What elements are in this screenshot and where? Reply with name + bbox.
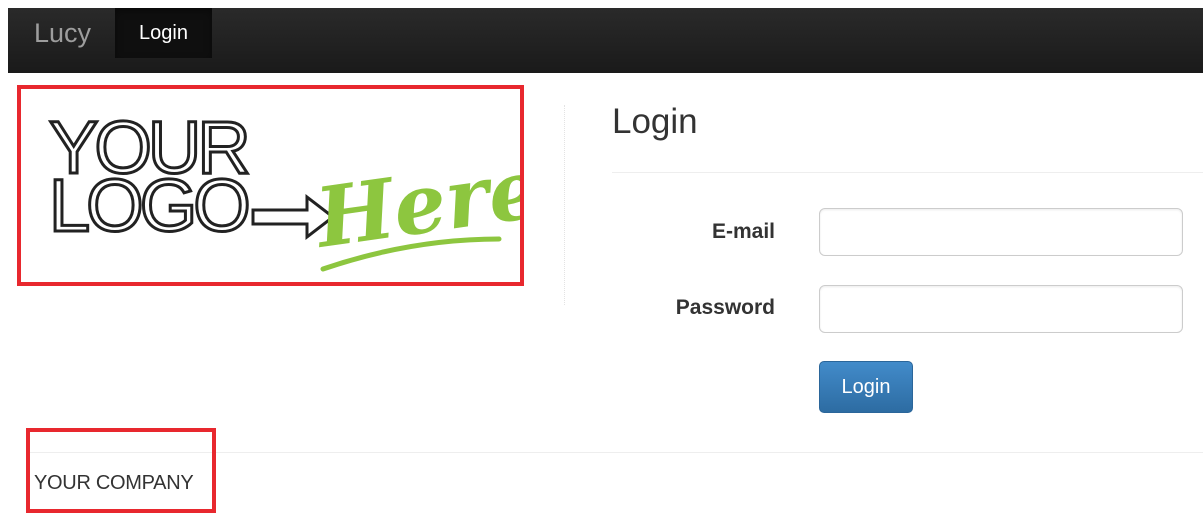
column-divider <box>564 105 565 305</box>
company-logo: YOUR LOGO Here <box>17 85 524 286</box>
login-heading: Login <box>612 102 698 141</box>
login-button[interactable]: Login <box>819 361 913 413</box>
password-label: Password <box>675 296 775 319</box>
top-navbar: Lucy Login <box>8 8 1203 73</box>
password-field[interactable] <box>819 285 1183 333</box>
company-name: YOUR COMPANY <box>34 472 194 494</box>
email-field[interactable] <box>819 208 1183 256</box>
page: Lucy Login YOUR LOGO Here Login E-mail P… <box>0 0 1203 517</box>
navbar-brand[interactable]: Lucy <box>8 8 115 58</box>
nav-item-login[interactable]: Login <box>115 8 212 58</box>
company-name-highlight <box>26 428 216 513</box>
email-label: E-mail <box>711 220 775 243</box>
logo-text-line2: LOGO <box>49 164 248 247</box>
logo-graphic: YOUR LOGO Here <box>48 105 520 272</box>
heading-divider <box>612 172 1203 173</box>
